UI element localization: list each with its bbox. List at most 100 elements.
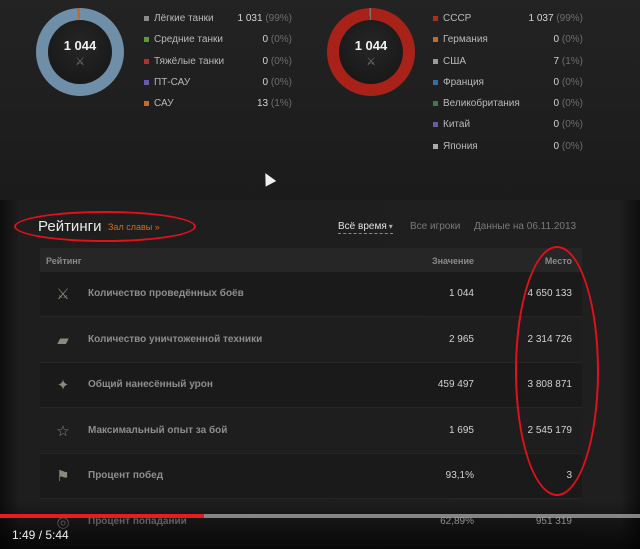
table-row: ⚔ Количество проведённых боёв 1 044 4 650 1… (40, 272, 582, 317)
stat-percent: (0%) (270, 55, 292, 67)
stat-value: 0 (0%) (263, 29, 292, 50)
stat-label: США (443, 55, 467, 67)
period-dropdown[interactable]: Всё время ▾ (338, 221, 393, 234)
crossed-swords-icon: ⚔ (366, 56, 376, 68)
stat-row: СССР 1 037 (99%) (433, 8, 583, 29)
stat-row: Япония 0 (0%) (433, 136, 583, 157)
stat-value: 1 037 (99%) (529, 8, 584, 29)
stat-percent: (0%) (561, 76, 583, 88)
battles-total: 1 044 (354, 38, 388, 53)
rating-value: 93,1% (445, 470, 474, 481)
rating-label: Максимальный опыт за бой (88, 424, 228, 436)
star-icon: ☆ (56, 422, 70, 440)
stat-value: 0 (0%) (554, 72, 583, 93)
china-flag-icon (433, 122, 438, 128)
stat-count: 0 (262, 76, 269, 88)
stat-percent: (0%) (561, 119, 583, 131)
stat-label: Тяжёлые танки (154, 55, 225, 67)
stat-value: 0 (0%) (554, 29, 583, 50)
at-spg-icon (144, 79, 149, 85)
table-header: Рейтинг Значение Место (40, 248, 582, 272)
usa-flag-icon (433, 58, 438, 64)
stat-count: 0 (553, 34, 560, 46)
stat-value: 0 (0%) (554, 114, 583, 135)
stat-percent: (0%) (561, 140, 583, 152)
stat-row: Германия 0 (0%) (433, 29, 583, 50)
video-progress-bar[interactable] (0, 514, 640, 518)
stat-value: 1 031 (99%) (238, 8, 293, 29)
video-controls-shade (0, 500, 640, 549)
stat-value: 13 (1%) (257, 93, 292, 114)
stat-count: 1 031 (237, 13, 263, 24)
column-header-value[interactable]: Значение (432, 256, 474, 266)
stat-value: 0 (0%) (263, 51, 292, 72)
spg-icon (144, 101, 149, 107)
stat-count: 0 (553, 98, 560, 110)
stat-row: Великобритания 0 (0%) (433, 93, 583, 114)
stat-label: Германия (443, 34, 488, 46)
stat-count: 0 (553, 140, 560, 152)
ussr-flag-icon (433, 16, 438, 21)
stat-value: 0 (0%) (554, 93, 583, 114)
stat-row: Лёгкие танки 1 031 (99%) (144, 8, 292, 29)
video-time-display: 1:49 / 5:44 (12, 528, 69, 542)
nations-list: СССР 1 037 (99%) Германия 0 (0%) США 7 (1%) Фр… (433, 8, 583, 157)
chevron-down-icon: ▾ (388, 222, 393, 231)
stat-percent: (0%) (561, 34, 583, 46)
column-header-place[interactable]: Место (545, 256, 572, 266)
stat-percent: (99%) (265, 13, 292, 24)
stat-value: 0 (0%) (263, 72, 292, 93)
vehicle-types-donut-chart: 1 044 ⚔ (36, 8, 124, 96)
rating-label: Общий нанесённый урон (88, 379, 213, 390)
stat-label: Великобритания (443, 98, 520, 110)
rating-place: 3 808 871 (527, 379, 573, 390)
stat-value: 7 (1%) (554, 51, 583, 72)
donut-center: 1 044 ⚔ (48, 20, 112, 84)
stat-label: Лёгкие танки (154, 13, 214, 24)
rating-label: Количество уничтоженной техники (88, 333, 263, 345)
stat-value: 0 (0%) (554, 136, 583, 157)
table-row: ▰ Количество уничтоженной техники 2 965 2 3… (40, 317, 582, 363)
stat-count: 0 (553, 76, 560, 88)
stat-label: Япония (443, 140, 478, 152)
crossed-swords-icon: ⚔ (75, 56, 85, 68)
crossed-swords-icon: ⚔ (56, 286, 70, 303)
stat-row: САУ 13 (1%) (144, 93, 292, 114)
uk-flag-icon (433, 101, 438, 107)
stat-count: 0 (262, 34, 269, 46)
japan-flag-icon (433, 143, 438, 149)
video-played-bar (0, 514, 204, 518)
stat-label: Китай (443, 119, 471, 131)
rating-place: 3 (566, 470, 572, 481)
ratings-header: Рейтинги Зал славы » Всё время ▾ Все игро… (0, 210, 640, 244)
stat-row: Китай 0 (0%) (433, 114, 583, 135)
battles-total: 1 044 (63, 38, 97, 53)
column-header-rating[interactable]: Рейтинг (46, 256, 81, 266)
rating-label: Количество проведённых боёв (88, 288, 244, 299)
hall-of-fame-link[interactable]: Зал славы » (108, 222, 160, 232)
stat-label: Средние танки (154, 34, 223, 46)
rating-value: 2 965 (448, 333, 474, 345)
damage-icon: ✦ (56, 377, 70, 394)
stat-row: ПТ-САУ 0 (0%) (144, 72, 292, 93)
ratings-title: Рейтинги (38, 218, 102, 235)
vehicle-types-list: Лёгкие танки 1 031 (99%) Средние танки 0 (0… (144, 8, 292, 114)
stat-percent: (1%) (561, 55, 583, 67)
rating-value: 1 044 (448, 288, 474, 299)
data-date-label: Данные на 06.11.2013 (474, 221, 577, 232)
donut-center: 1 044 ⚔ (339, 20, 403, 84)
stat-count: 13 (256, 98, 269, 110)
period-dropdown-label: Всё время (338, 221, 387, 232)
stat-label: Франция (443, 76, 484, 88)
table-row: ✦ Общий нанесённый урон 459 497 3 808 871 (40, 363, 582, 408)
stat-row: Франция 0 (0%) (433, 72, 583, 93)
stat-row: США 7 (1%) (433, 51, 583, 72)
heavy-tank-icon (144, 58, 149, 64)
stat-percent: (0%) (270, 34, 292, 46)
nations-donut-chart: 1 044 ⚔ (327, 8, 415, 96)
all-players-filter[interactable]: Все игроки (410, 221, 460, 232)
stat-percent: (0%) (270, 76, 292, 88)
stat-label: ПТ-САУ (154, 76, 191, 88)
table-row: ☆ Максимальный опыт за бой 1 695 2 545 179 (40, 408, 582, 454)
rating-label: Процент побед (88, 470, 164, 481)
